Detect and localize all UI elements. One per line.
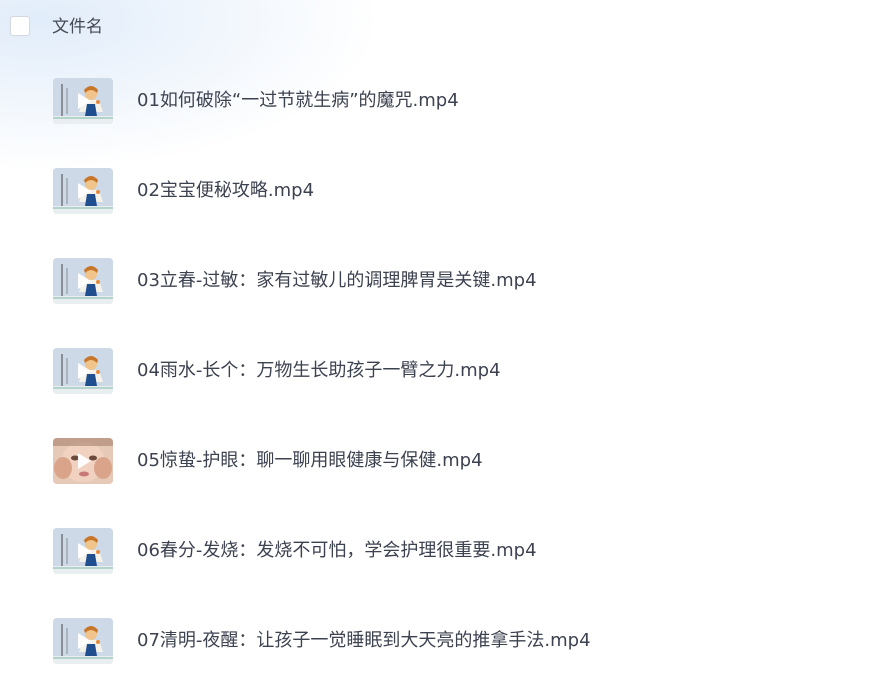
video-thumbnail[interactable] — [53, 528, 113, 574]
file-row[interactable]: 03立春-过敏：家有过敏儿的调理脾胃是关键.mp4 — [0, 236, 872, 326]
play-icon — [78, 453, 91, 469]
file-row[interactable]: 02宝宝便秘攻略.mp4 — [0, 146, 872, 236]
file-name[interactable]: 01如何破除“一过节就生病”的魔咒.mp4 — [137, 89, 459, 113]
play-icon — [78, 633, 91, 649]
video-thumbnail[interactable] — [53, 168, 113, 214]
file-list: 01如何破除“一过节就生病”的魔咒.mp4 02宝宝便秘攻略.mp4 03立春-… — [0, 56, 872, 686]
file-row[interactable]: 01如何破除“一过节就生病”的魔咒.mp4 — [0, 56, 872, 146]
video-thumbnail[interactable] — [53, 348, 113, 394]
video-thumbnail[interactable] — [53, 78, 113, 124]
file-name[interactable]: 04雨水-长个：万物生长助孩子一臂之力.mp4 — [137, 359, 501, 383]
file-row[interactable]: 07清明-夜醒：让孩子一觉睡眠到大天亮的推拿手法.mp4 — [0, 596, 872, 686]
file-list-header: 文件名 — [0, 0, 872, 54]
file-row[interactable]: 05惊蛰-护眼：聊一聊用眼健康与保健.mp4 — [0, 416, 872, 506]
file-row[interactable]: 06春分-发烧：发烧不可怕，学会护理很重要.mp4 — [0, 506, 872, 596]
video-thumbnail[interactable] — [53, 438, 113, 484]
play-icon — [78, 183, 91, 199]
play-icon — [78, 543, 91, 559]
play-icon — [78, 93, 91, 109]
play-icon — [78, 273, 91, 289]
file-name[interactable]: 07清明-夜醒：让孩子一觉睡眠到大天亮的推拿手法.mp4 — [137, 629, 591, 653]
file-name[interactable]: 02宝宝便秘攻略.mp4 — [137, 179, 314, 203]
filename-column-header[interactable]: 文件名 — [52, 16, 103, 38]
file-name[interactable]: 05惊蛰-护眼：聊一聊用眼健康与保健.mp4 — [137, 449, 483, 473]
video-thumbnail[interactable] — [53, 258, 113, 304]
file-name[interactable]: 03立春-过敏：家有过敏儿的调理脾胃是关键.mp4 — [137, 269, 537, 293]
file-row[interactable]: 04雨水-长个：万物生长助孩子一臂之力.mp4 — [0, 326, 872, 416]
select-all-checkbox[interactable] — [10, 16, 30, 36]
file-name[interactable]: 06春分-发烧：发烧不可怕，学会护理很重要.mp4 — [137, 539, 537, 563]
play-icon — [78, 363, 91, 379]
video-thumbnail[interactable] — [53, 618, 113, 664]
